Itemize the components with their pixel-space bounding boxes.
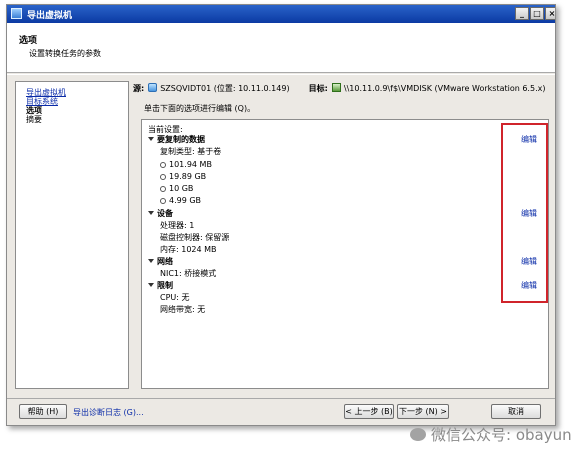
back-button[interactable]: < 上一步 (B) (344, 404, 394, 419)
setting-disk-controller: 磁盘控制器: 保留源 (160, 233, 230, 242)
source-target-row: 源: SZSQVIDT01 (位置: 10.11.0.149) 目标: \\10.1… (133, 83, 545, 94)
setting-nic1: NIC1: 桥接模式 (160, 269, 217, 278)
vmware-icon (331, 83, 341, 92)
collapse-triangle-icon[interactable] (148, 283, 154, 287)
volume-item: 101.94 MB (160, 160, 212, 169)
watermark: 微信公众号: obayun (410, 424, 572, 445)
instruction-text: 单击下面的选项进行编辑 (Q)。 (144, 104, 256, 113)
setting-processor: 处理器: 1 (160, 221, 195, 230)
setting-copy-type: 复制类型: 基于卷 (160, 147, 222, 156)
setting-memory: 内存: 1024 MB (160, 245, 217, 254)
collapse-triangle-icon[interactable] (148, 137, 154, 141)
volume-item: 10 GB (160, 184, 193, 193)
volume-icon (160, 162, 166, 168)
title-bar[interactable]: 导出虚拟机 _ □ × (7, 5, 555, 23)
collapse-triangle-icon[interactable] (148, 259, 154, 263)
wizard-nav: 导出虚拟机 目标系统 选项 摘要 (15, 81, 129, 389)
volume-icon (160, 198, 166, 204)
target-value: \\10.11.0.9\f$\VMDISK (VMware Workstatio… (343, 84, 546, 93)
wechat-icon (410, 428, 426, 441)
nav-item-target-system[interactable]: 目标系统 (26, 97, 58, 106)
section-data-to-copy[interactable]: 要复制的数据 (148, 135, 205, 144)
window-title: 导出虚拟机 (27, 11, 73, 21)
page-subtitle: 设置转换任务的参数 (29, 49, 101, 58)
section-network[interactable]: 网络 (148, 257, 173, 266)
setting-bandwidth: 网络带宽: 无 (160, 305, 206, 314)
volume-item: 4.99 GB (160, 196, 201, 205)
export-vm-dialog: 导出虚拟机 _ □ × 选项 设置转换任务的参数 导出虚拟机 目标系统 选项 摘… (6, 4, 556, 426)
source-label: 源: (133, 84, 145, 93)
nav-item-options: 选项 (26, 106, 42, 115)
minimize-button[interactable]: _ (515, 7, 529, 20)
maximize-button[interactable]: □ (530, 7, 544, 20)
volume-item: 19.89 GB (160, 172, 206, 181)
help-button[interactable]: 帮助 (H) (19, 404, 67, 419)
page-header: 选项 设置转换任务的参数 (7, 23, 555, 73)
setting-cpu: CPU: 无 (160, 293, 190, 302)
cancel-button[interactable]: 取消 (491, 404, 541, 419)
vm-icon (148, 83, 158, 92)
collapse-triangle-icon[interactable] (148, 211, 154, 215)
nav-item-summary: 摘要 (26, 115, 42, 124)
export-diagnostics-link[interactable]: 导出诊断日志 (G)... (73, 407, 144, 418)
section-devices[interactable]: 设备 (148, 209, 173, 218)
section-limits[interactable]: 限制 (148, 281, 173, 290)
page-title: 选项 (19, 36, 38, 46)
app-icon (11, 8, 22, 19)
current-settings-label: 当前设置: (148, 125, 183, 134)
source-value: SZSQVIDT01 (位置: 10.11.0.149) (160, 84, 290, 93)
nav-item-export-vm[interactable]: 导出虚拟机 (26, 88, 66, 97)
close-button[interactable]: × (545, 7, 555, 20)
target-label: 目标: (308, 84, 328, 93)
volume-icon (160, 174, 166, 180)
volume-icon (160, 186, 166, 192)
settings-panel[interactable]: 当前设置: 要复制的数据 复制类型: 基于卷 101.94 MB 19.89 G… (141, 119, 549, 389)
divider (7, 74, 555, 75)
highlight-box (501, 123, 548, 303)
next-button[interactable]: 下一步 (N) > (397, 404, 449, 419)
